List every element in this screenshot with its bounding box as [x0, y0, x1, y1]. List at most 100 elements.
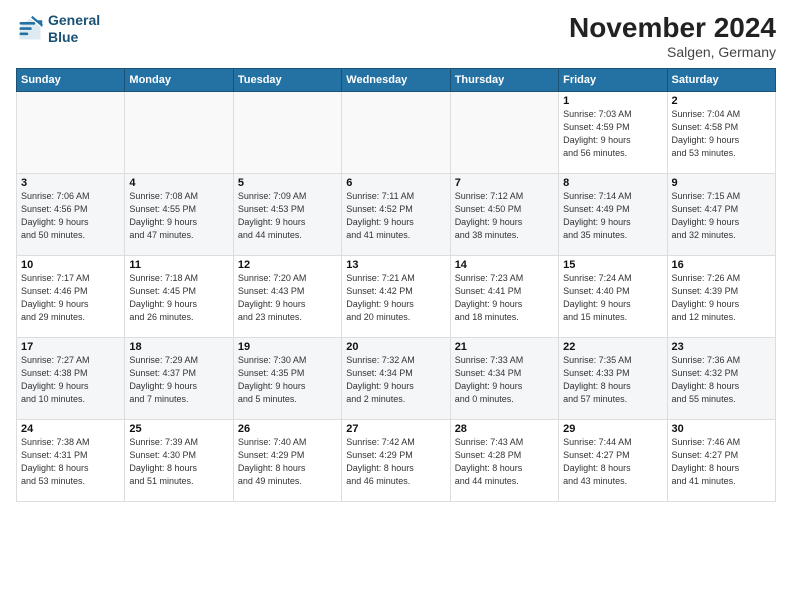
day-number: 5 — [238, 177, 337, 189]
day-info: Sunrise: 7:27 AM Sunset: 4:38 PM Dayligh… — [21, 354, 120, 406]
day-info: Sunrise: 7:06 AM Sunset: 4:56 PM Dayligh… — [21, 190, 120, 242]
day-number: 17 — [21, 341, 120, 353]
calendar-cell: 17Sunrise: 7:27 AM Sunset: 4:38 PM Dayli… — [17, 338, 125, 420]
calendar-header-saturday: Saturday — [667, 69, 775, 92]
day-info: Sunrise: 7:43 AM Sunset: 4:28 PM Dayligh… — [455, 436, 554, 488]
calendar-week-4: 17Sunrise: 7:27 AM Sunset: 4:38 PM Dayli… — [17, 338, 776, 420]
day-info: Sunrise: 7:46 AM Sunset: 4:27 PM Dayligh… — [672, 436, 771, 488]
calendar-cell: 9Sunrise: 7:15 AM Sunset: 4:47 PM Daylig… — [667, 174, 775, 256]
day-info: Sunrise: 7:17 AM Sunset: 4:46 PM Dayligh… — [21, 272, 120, 324]
calendar-week-2: 3Sunrise: 7:06 AM Sunset: 4:56 PM Daylig… — [17, 174, 776, 256]
calendar-cell — [342, 92, 450, 174]
calendar-header-tuesday: Tuesday — [233, 69, 341, 92]
calendar-week-5: 24Sunrise: 7:38 AM Sunset: 4:31 PM Dayli… — [17, 420, 776, 502]
page: General Blue November 2024 Salgen, Germa… — [0, 0, 792, 612]
day-info: Sunrise: 7:18 AM Sunset: 4:45 PM Dayligh… — [129, 272, 228, 324]
calendar-cell: 2Sunrise: 7:04 AM Sunset: 4:58 PM Daylig… — [667, 92, 775, 174]
day-number: 16 — [672, 259, 771, 271]
calendar-cell: 26Sunrise: 7:40 AM Sunset: 4:29 PM Dayli… — [233, 420, 341, 502]
day-number: 19 — [238, 341, 337, 353]
day-info: Sunrise: 7:26 AM Sunset: 4:39 PM Dayligh… — [672, 272, 771, 324]
day-info: Sunrise: 7:12 AM Sunset: 4:50 PM Dayligh… — [455, 190, 554, 242]
calendar-week-1: 1Sunrise: 7:03 AM Sunset: 4:59 PM Daylig… — [17, 92, 776, 174]
calendar-cell: 1Sunrise: 7:03 AM Sunset: 4:59 PM Daylig… — [559, 92, 667, 174]
calendar-cell: 7Sunrise: 7:12 AM Sunset: 4:50 PM Daylig… — [450, 174, 558, 256]
day-number: 18 — [129, 341, 228, 353]
header: General Blue November 2024 Salgen, Germa… — [16, 12, 776, 60]
day-number: 4 — [129, 177, 228, 189]
day-info: Sunrise: 7:29 AM Sunset: 4:37 PM Dayligh… — [129, 354, 228, 406]
day-number: 6 — [346, 177, 445, 189]
calendar-cell: 21Sunrise: 7:33 AM Sunset: 4:34 PM Dayli… — [450, 338, 558, 420]
day-number: 15 — [563, 259, 662, 271]
day-info: Sunrise: 7:15 AM Sunset: 4:47 PM Dayligh… — [672, 190, 771, 242]
logo-line2: Blue — [48, 29, 100, 46]
day-info: Sunrise: 7:14 AM Sunset: 4:49 PM Dayligh… — [563, 190, 662, 242]
day-number: 9 — [672, 177, 771, 189]
calendar-cell: 18Sunrise: 7:29 AM Sunset: 4:37 PM Dayli… — [125, 338, 233, 420]
day-info: Sunrise: 7:33 AM Sunset: 4:34 PM Dayligh… — [455, 354, 554, 406]
day-info: Sunrise: 7:09 AM Sunset: 4:53 PM Dayligh… — [238, 190, 337, 242]
day-number: 25 — [129, 423, 228, 435]
calendar-cell: 20Sunrise: 7:32 AM Sunset: 4:34 PM Dayli… — [342, 338, 450, 420]
logo-icon — [16, 15, 44, 43]
calendar-header-wednesday: Wednesday — [342, 69, 450, 92]
calendar-header-sunday: Sunday — [17, 69, 125, 92]
calendar-cell: 19Sunrise: 7:30 AM Sunset: 4:35 PM Dayli… — [233, 338, 341, 420]
day-info: Sunrise: 7:21 AM Sunset: 4:42 PM Dayligh… — [346, 272, 445, 324]
day-number: 7 — [455, 177, 554, 189]
calendar-cell — [17, 92, 125, 174]
day-info: Sunrise: 7:24 AM Sunset: 4:40 PM Dayligh… — [563, 272, 662, 324]
day-info: Sunrise: 7:20 AM Sunset: 4:43 PM Dayligh… — [238, 272, 337, 324]
day-info: Sunrise: 7:44 AM Sunset: 4:27 PM Dayligh… — [563, 436, 662, 488]
calendar-cell: 13Sunrise: 7:21 AM Sunset: 4:42 PM Dayli… — [342, 256, 450, 338]
day-info: Sunrise: 7:30 AM Sunset: 4:35 PM Dayligh… — [238, 354, 337, 406]
calendar-cell: 25Sunrise: 7:39 AM Sunset: 4:30 PM Dayli… — [125, 420, 233, 502]
day-number: 1 — [563, 95, 662, 107]
day-info: Sunrise: 7:35 AM Sunset: 4:33 PM Dayligh… — [563, 354, 662, 406]
logo-line1: General — [48, 12, 100, 29]
calendar-header-thursday: Thursday — [450, 69, 558, 92]
title-block: November 2024 Salgen, Germany — [569, 12, 776, 60]
day-number: 2 — [672, 95, 771, 107]
calendar-cell: 3Sunrise: 7:06 AM Sunset: 4:56 PM Daylig… — [17, 174, 125, 256]
day-number: 13 — [346, 259, 445, 271]
calendar-cell: 24Sunrise: 7:38 AM Sunset: 4:31 PM Dayli… — [17, 420, 125, 502]
calendar-cell: 30Sunrise: 7:46 AM Sunset: 4:27 PM Dayli… — [667, 420, 775, 502]
day-info: Sunrise: 7:11 AM Sunset: 4:52 PM Dayligh… — [346, 190, 445, 242]
calendar-cell: 10Sunrise: 7:17 AM Sunset: 4:46 PM Dayli… — [17, 256, 125, 338]
day-number: 8 — [563, 177, 662, 189]
day-info: Sunrise: 7:03 AM Sunset: 4:59 PM Dayligh… — [563, 108, 662, 160]
day-info: Sunrise: 7:40 AM Sunset: 4:29 PM Dayligh… — [238, 436, 337, 488]
calendar-cell: 29Sunrise: 7:44 AM Sunset: 4:27 PM Dayli… — [559, 420, 667, 502]
calendar-cell — [450, 92, 558, 174]
calendar-cell: 14Sunrise: 7:23 AM Sunset: 4:41 PM Dayli… — [450, 256, 558, 338]
calendar-cell: 6Sunrise: 7:11 AM Sunset: 4:52 PM Daylig… — [342, 174, 450, 256]
calendar-cell — [125, 92, 233, 174]
day-number: 12 — [238, 259, 337, 271]
day-number: 24 — [21, 423, 120, 435]
day-info: Sunrise: 7:42 AM Sunset: 4:29 PM Dayligh… — [346, 436, 445, 488]
day-number: 11 — [129, 259, 228, 271]
calendar-cell: 27Sunrise: 7:42 AM Sunset: 4:29 PM Dayli… — [342, 420, 450, 502]
calendar-week-3: 10Sunrise: 7:17 AM Sunset: 4:46 PM Dayli… — [17, 256, 776, 338]
calendar-cell: 15Sunrise: 7:24 AM Sunset: 4:40 PM Dayli… — [559, 256, 667, 338]
day-number: 21 — [455, 341, 554, 353]
calendar-cell: 11Sunrise: 7:18 AM Sunset: 4:45 PM Dayli… — [125, 256, 233, 338]
calendar-cell: 4Sunrise: 7:08 AM Sunset: 4:55 PM Daylig… — [125, 174, 233, 256]
calendar-table: SundayMondayTuesdayWednesdayThursdayFrid… — [16, 68, 776, 502]
day-number: 30 — [672, 423, 771, 435]
day-number: 14 — [455, 259, 554, 271]
day-info: Sunrise: 7:38 AM Sunset: 4:31 PM Dayligh… — [21, 436, 120, 488]
day-number: 29 — [563, 423, 662, 435]
calendar-cell: 8Sunrise: 7:14 AM Sunset: 4:49 PM Daylig… — [559, 174, 667, 256]
day-number: 20 — [346, 341, 445, 353]
day-number: 22 — [563, 341, 662, 353]
day-info: Sunrise: 7:39 AM Sunset: 4:30 PM Dayligh… — [129, 436, 228, 488]
logo: General Blue — [16, 12, 100, 46]
day-number: 10 — [21, 259, 120, 271]
day-info: Sunrise: 7:08 AM Sunset: 4:55 PM Dayligh… — [129, 190, 228, 242]
calendar-cell: 5Sunrise: 7:09 AM Sunset: 4:53 PM Daylig… — [233, 174, 341, 256]
day-info: Sunrise: 7:04 AM Sunset: 4:58 PM Dayligh… — [672, 108, 771, 160]
calendar-cell: 23Sunrise: 7:36 AM Sunset: 4:32 PM Dayli… — [667, 338, 775, 420]
